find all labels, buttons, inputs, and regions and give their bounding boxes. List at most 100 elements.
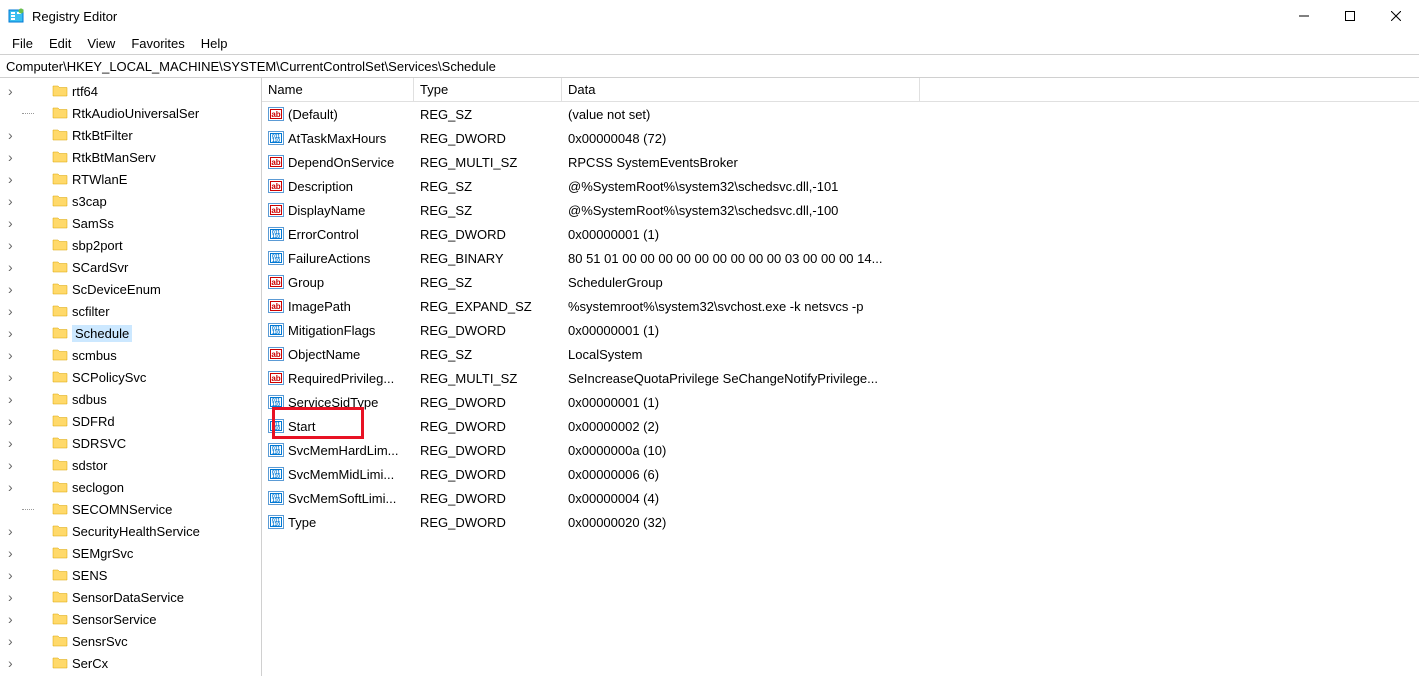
value-row[interactable]: AtTaskMaxHoursREG_DWORD0x00000048 (72) <box>262 126 1419 150</box>
value-row[interactable]: StartREG_DWORD0x00000002 (2) <box>262 414 1419 438</box>
column-data[interactable]: Data <box>562 78 920 101</box>
tree-item-secomnservice[interactable]: SECOMNService <box>0 498 261 520</box>
value-type: REG_DWORD <box>414 419 562 434</box>
tree-item-sensorservice[interactable]: SensorService <box>0 608 261 630</box>
value-data: 0x0000000a (10) <box>562 443 920 458</box>
titlebar: Registry Editor <box>0 0 1419 32</box>
tree-item-label: sdbus <box>72 392 107 407</box>
binary-value-icon <box>268 130 284 146</box>
value-name-cell: Group <box>262 274 414 290</box>
tree-item-sens[interactable]: SENS <box>0 564 261 586</box>
tree-item-rtkbtmanserv[interactable]: RtkBtManServ <box>0 146 261 168</box>
tree-item-rtf64[interactable]: rtf64 <box>0 80 261 102</box>
column-name[interactable]: Name <box>262 78 414 101</box>
tree-item-label: SerCx <box>72 656 108 671</box>
tree-item-securityhealthservice[interactable]: SecurityHealthService <box>0 520 261 542</box>
tree-item-label: SDRSVC <box>72 436 126 451</box>
addressbar[interactable]: Computer\HKEY_LOCAL_MACHINE\SYSTEM\Curre… <box>0 54 1419 78</box>
tree-item-rtwlane[interactable]: RTWlanE <box>0 168 261 190</box>
value-name: DisplayName <box>288 203 365 218</box>
tree-item-label: Schedule <box>72 325 132 342</box>
value-row[interactable]: ErrorControlREG_DWORD0x00000001 (1) <box>262 222 1419 246</box>
tree-item-sdstor[interactable]: sdstor <box>0 454 261 476</box>
value-type: REG_DWORD <box>414 131 562 146</box>
folder-icon <box>52 633 68 649</box>
value-row[interactable]: ServiceSidTypeREG_DWORD0x00000001 (1) <box>262 390 1419 414</box>
menu-view[interactable]: View <box>79 34 123 53</box>
value-name: RequiredPrivileg... <box>288 371 394 386</box>
value-data: 0x00000001 (1) <box>562 323 920 338</box>
tree-item-semgrsvc[interactable]: SEMgrSvc <box>0 542 261 564</box>
value-row[interactable]: SvcMemSoftLimi...REG_DWORD0x00000004 (4) <box>262 486 1419 510</box>
value-row[interactable]: RequiredPrivileg...REG_MULTI_SZSeIncreas… <box>262 366 1419 390</box>
value-row[interactable]: GroupREG_SZSchedulerGroup <box>262 270 1419 294</box>
string-value-icon <box>268 106 284 122</box>
value-row[interactable]: SvcMemMidLimi...REG_DWORD0x00000006 (6) <box>262 462 1419 486</box>
string-value-icon <box>268 298 284 314</box>
tree-item-scardsvr[interactable]: SCardSvr <box>0 256 261 278</box>
folder-icon <box>52 523 68 539</box>
close-button[interactable] <box>1373 0 1419 32</box>
tree-item-scpolicysvc[interactable]: SCPolicySvc <box>0 366 261 388</box>
value-name-cell: (Default) <box>262 106 414 122</box>
value-row[interactable]: (Default)REG_SZ(value not set) <box>262 102 1419 126</box>
string-value-icon <box>268 202 284 218</box>
value-name-cell: ErrorControl <box>262 226 414 242</box>
tree-item-label: SecurityHealthService <box>72 524 200 539</box>
folder-icon <box>52 281 68 297</box>
tree-item-sdrsvc[interactable]: SDRSVC <box>0 432 261 454</box>
value-row[interactable]: DescriptionREG_SZ@%SystemRoot%\system32\… <box>262 174 1419 198</box>
tree-item-rtkaudiouniversalser[interactable]: RtkAudioUniversalSer <box>0 102 261 124</box>
value-name-cell: Type <box>262 514 414 530</box>
minimize-button[interactable] <box>1281 0 1327 32</box>
menu-file[interactable]: File <box>4 34 41 53</box>
menu-edit[interactable]: Edit <box>41 34 79 53</box>
folder-icon <box>52 259 68 275</box>
value-name-cell: DisplayName <box>262 202 414 218</box>
main-area: rtf64 RtkAudioUniversalSerRtkBtFilterRtkB… <box>0 78 1419 676</box>
value-row[interactable]: MitigationFlagsREG_DWORD0x00000001 (1) <box>262 318 1419 342</box>
maximize-button[interactable] <box>1327 0 1373 32</box>
app-icon <box>8 8 24 24</box>
value-name: Description <box>288 179 353 194</box>
folder-icon <box>52 457 68 473</box>
folder-icon <box>52 127 68 143</box>
tree-item-scfilter[interactable]: scfilter <box>0 300 261 322</box>
value-row[interactable]: ObjectNameREG_SZLocalSystem <box>262 342 1419 366</box>
menu-help[interactable]: Help <box>193 34 236 53</box>
value-name: (Default) <box>288 107 338 122</box>
tree-item-sensordataservice[interactable]: SensorDataService <box>0 586 261 608</box>
tree-item-seclogon[interactable]: seclogon <box>0 476 261 498</box>
tree-item-samss[interactable]: SamSs <box>0 212 261 234</box>
tree-item-rtkbtfilter[interactable]: RtkBtFilter <box>0 124 261 146</box>
column-type[interactable]: Type <box>414 78 562 101</box>
tree-item-s3cap[interactable]: s3cap <box>0 190 261 212</box>
tree-item-sensrsvc[interactable]: SensrSvc <box>0 630 261 652</box>
value-data: 0x00000020 (32) <box>562 515 920 530</box>
string-value-icon <box>268 274 284 290</box>
value-row[interactable]: FailureActionsREG_BINARY80 51 01 00 00 0… <box>262 246 1419 270</box>
value-type: REG_SZ <box>414 275 562 290</box>
tree-item-label: s3cap <box>72 194 107 209</box>
value-row[interactable]: TypeREG_DWORD0x00000020 (32) <box>262 510 1419 534</box>
tree-item-sercx[interactable]: SerCx <box>0 652 261 674</box>
folder-icon <box>52 105 68 121</box>
list-panel[interactable]: Name Type Data (Default)REG_SZ(value not… <box>262 78 1419 676</box>
value-type: REG_DWORD <box>414 491 562 506</box>
tree-item-sdfrd[interactable]: SDFRd <box>0 410 261 432</box>
folder-icon <box>52 501 68 517</box>
value-row[interactable]: DependOnServiceREG_MULTI_SZRPCSS SystemE… <box>262 150 1419 174</box>
tree-item-sdbus[interactable]: sdbus <box>0 388 261 410</box>
tree-item-sbp2port[interactable]: sbp2port <box>0 234 261 256</box>
tree-item-label: rtf64 <box>72 84 98 99</box>
tree-item-scdeviceenum[interactable]: ScDeviceEnum <box>0 278 261 300</box>
value-name: FailureActions <box>288 251 370 266</box>
tree-panel[interactable]: rtf64 RtkAudioUniversalSerRtkBtFilterRtkB… <box>0 78 262 676</box>
tree-item-scmbus[interactable]: scmbus <box>0 344 261 366</box>
value-row[interactable]: ImagePathREG_EXPAND_SZ%systemroot%\syste… <box>262 294 1419 318</box>
value-row[interactable]: SvcMemHardLim...REG_DWORD0x0000000a (10) <box>262 438 1419 462</box>
tree-item-schedule[interactable]: Schedule <box>0 322 261 344</box>
window-title: Registry Editor <box>32 9 1281 24</box>
menu-favorites[interactable]: Favorites <box>123 34 192 53</box>
value-row[interactable]: DisplayNameREG_SZ@%SystemRoot%\system32\… <box>262 198 1419 222</box>
